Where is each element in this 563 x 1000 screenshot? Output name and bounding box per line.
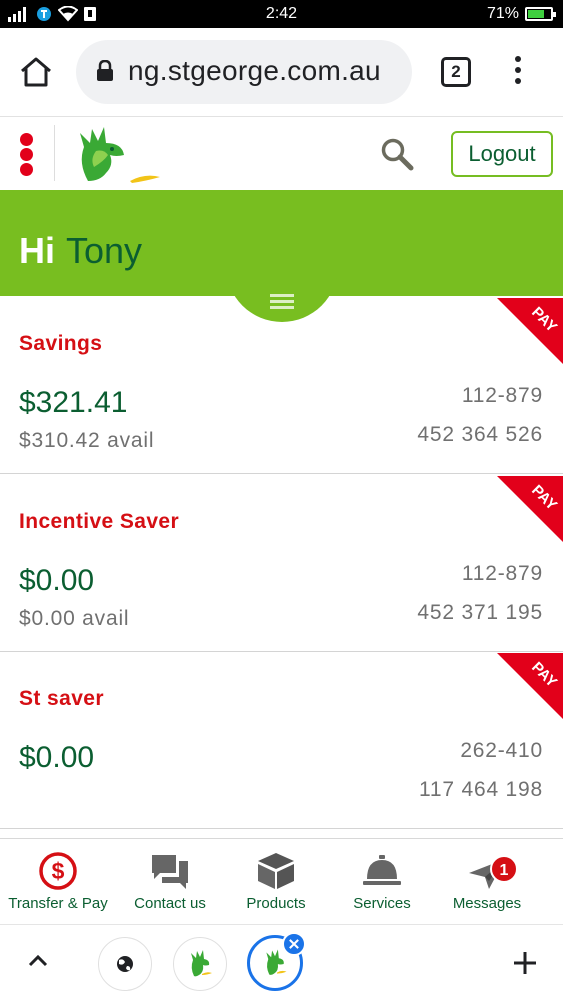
drawer-lines-icon: [270, 294, 294, 312]
account-name: Savings: [19, 332, 103, 355]
menu-dots-icon[interactable]: [20, 133, 34, 178]
account-card[interactable]: Incentive Saver $0.00 $0.00 avail 112-87…: [0, 476, 563, 652]
account-available: $310.42 avail: [19, 429, 155, 452]
browser-toolbar: ng.stgeorge.com.au 2: [0, 28, 563, 116]
pay-ribbon-button[interactable]: PAY: [497, 653, 563, 719]
account-name: St saver: [19, 687, 104, 710]
dragon-favicon-icon: [191, 950, 212, 977]
account-bsb: 112-879: [461, 562, 543, 585]
close-tab-icon[interactable]: [282, 932, 306, 956]
nav-transfer-pay[interactable]: $ Transfer & Pay: [2, 839, 114, 923]
search-icon[interactable]: [380, 137, 414, 171]
account-balance: $0.00: [19, 564, 95, 597]
account-bsb: 262-410: [460, 739, 543, 762]
overflow-menu-icon[interactable]: [510, 56, 526, 88]
st-george-dragon-logo[interactable]: [70, 121, 162, 185]
browser-tab-strip: [0, 924, 563, 1000]
address-bar[interactable]: ng.stgeorge.com.au: [76, 40, 412, 104]
status-right: 71%: [486, 5, 556, 23]
globe-icon: [117, 956, 133, 972]
header-divider: [54, 125, 55, 181]
account-number: 452 371 195: [417, 601, 543, 624]
service-bell-icon: [363, 855, 401, 885]
account-balance: $321.41: [19, 386, 128, 419]
greeting-name: Tony: [66, 230, 143, 271]
dollar-circle-icon: $: [39, 852, 77, 890]
account-number: 452 364 526: [417, 423, 543, 446]
battery-icon: [525, 7, 556, 21]
nav-label: Messages: [452, 895, 522, 912]
pay-ribbon-button[interactable]: PAY: [497, 476, 563, 542]
account-available: $0.00 avail: [19, 607, 130, 630]
status-bar: 2:42 71%: [0, 0, 563, 28]
account-card[interactable]: St saver $0.00 262-410 117 464 198 PAY: [0, 653, 563, 829]
svg-text:$: $: [52, 858, 65, 884]
new-tab-icon[interactable]: [512, 950, 538, 976]
account-name: Incentive Saver: [19, 510, 180, 533]
battery-percent: 71%: [486, 5, 519, 22]
account-balance: $0.00: [19, 741, 95, 774]
messages-badge: 1: [490, 855, 518, 883]
bottom-navigation: $ Transfer & Pay Contact us Products Ser…: [0, 838, 563, 922]
url-text: ng.stgeorge.com.au: [128, 55, 381, 86]
nav-messages[interactable]: Messages: [431, 839, 543, 923]
box-icon: [258, 853, 294, 889]
browser-tab[interactable]: [173, 937, 227, 991]
logout-button[interactable]: Logout: [451, 131, 553, 177]
account-bsb: 112-879: [461, 384, 543, 407]
chevron-up-icon[interactable]: [26, 949, 50, 973]
chat-bubbles-icon: [152, 855, 188, 889]
tab-switcher-button[interactable]: 2: [441, 57, 471, 87]
pay-ribbon-button[interactable]: PAY: [497, 298, 563, 364]
account-number: 117 464 198: [418, 778, 543, 801]
browser-tab[interactable]: [98, 937, 152, 991]
site-header: Logout: [0, 116, 563, 190]
battery-fill: [528, 10, 544, 18]
greeting-hi: Hi: [19, 230, 55, 271]
account-card[interactable]: Savings $321.41 $310.42 avail 112-879 45…: [0, 298, 563, 474]
clock: 2:42: [265, 5, 298, 22]
lock-icon: [97, 60, 113, 81]
home-icon[interactable]: [18, 54, 54, 90]
